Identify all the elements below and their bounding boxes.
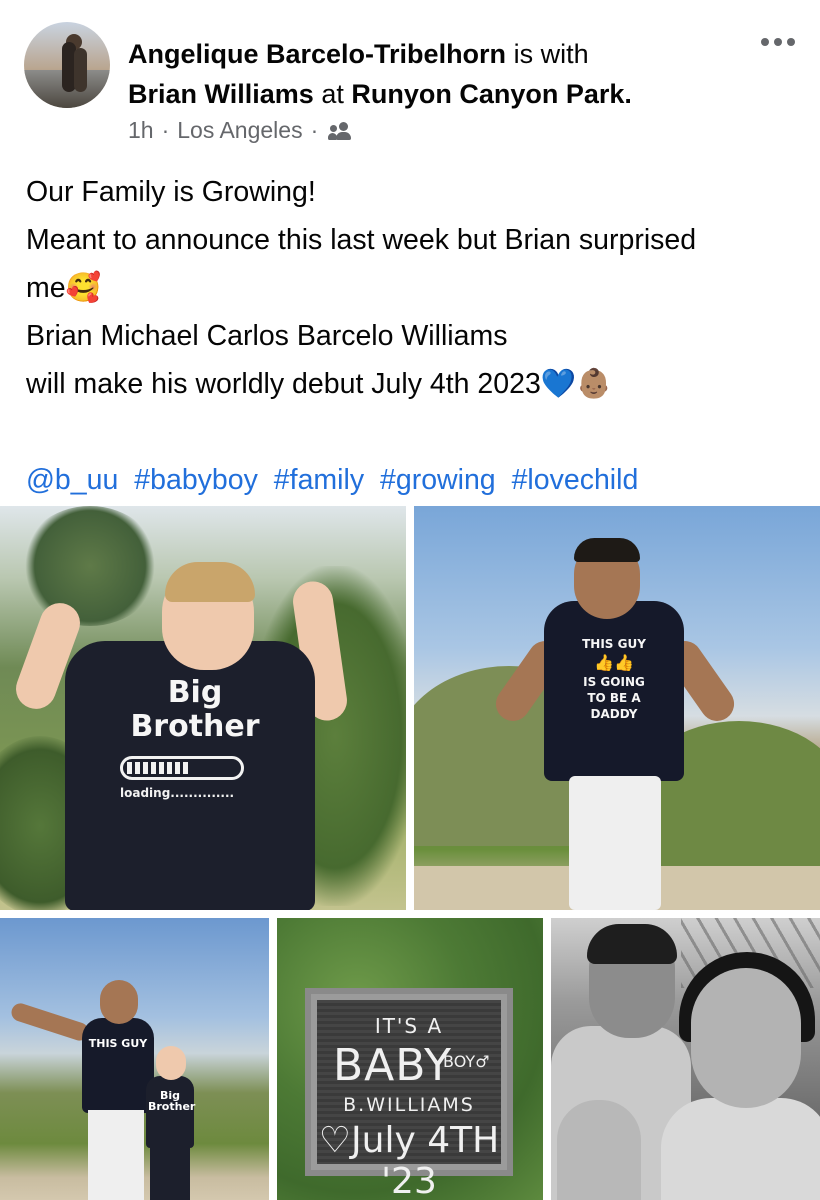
shirt-line: Big xyxy=(167,675,223,710)
man-pants xyxy=(569,776,661,910)
hashtag-link[interactable]: #growing xyxy=(380,464,496,496)
loading-bar-fill xyxy=(127,762,189,774)
shirt-text: THIS GUY 👍👍 IS GOING TO BE A DADDY xyxy=(564,636,664,722)
man-arm xyxy=(9,1001,91,1043)
post-meta: 1h · Los Angeles · xyxy=(128,117,354,144)
hashtag-link[interactable]: #babyboy xyxy=(134,464,258,496)
photo-big-brother[interactable]: Big Brother loading.............. xyxy=(0,506,406,910)
author-name[interactable]: Angelique Barcelo-Tribelhorn xyxy=(128,39,506,69)
avatar-person xyxy=(74,48,87,92)
post-header: Angelique Barcelo-Tribelhorn is with Bri… xyxy=(0,0,820,160)
post-place[interactable]: Los Angeles xyxy=(177,117,302,144)
shirt-loading-text: loading.............. xyxy=(120,786,235,800)
photo-man-and-boy[interactable]: THIS GUY Big Brother xyxy=(0,918,269,1200)
man-head xyxy=(100,980,138,1024)
mention-link[interactable]: @b_uu xyxy=(26,464,118,496)
author-line: Angelique Barcelo-Tribelhorn is with Bri… xyxy=(128,34,728,114)
post-text-line: will make his worldly debut July 4th 202… xyxy=(26,368,612,400)
woman-jacket xyxy=(661,1098,820,1200)
boy-pants xyxy=(150,1146,190,1200)
more-options-icon[interactable] xyxy=(756,32,800,52)
letter-board-frame: IT'S A BABY BOY♂ B.WILLIAMS ♡July 4TH '2… xyxy=(305,988,513,1200)
shirt-line: TO BE A xyxy=(587,691,641,705)
boy-head xyxy=(156,1046,186,1080)
board-row: BABY xyxy=(333,1040,452,1091)
man-hair xyxy=(587,924,677,964)
boy-head xyxy=(557,1100,641,1200)
man-pants xyxy=(88,1110,144,1200)
thumbs-up-icon: 👍👍 xyxy=(594,653,634,672)
photo-this-guy[interactable]: THIS GUY 👍👍 IS GOING TO BE A DADDY xyxy=(414,506,820,910)
photo-tree xyxy=(20,506,160,626)
man-hair xyxy=(574,538,640,562)
hashtag-link[interactable]: #lovechild xyxy=(512,464,639,496)
board-row: ♡July 4TH '23 xyxy=(318,1120,500,1200)
man-shirt-text: THIS GUY xyxy=(88,1037,148,1050)
boy-shirt-text: Big Brother xyxy=(148,1089,196,1113)
post-text-line: me🥰 xyxy=(26,272,102,304)
post-text-line: Brian Michael Carlos Barcelo Williams xyxy=(26,320,508,352)
post-text-line: Meant to announce this last week but Bri… xyxy=(26,224,697,256)
shirt-line: IS GOING xyxy=(583,675,645,689)
with-text: is with xyxy=(513,39,589,69)
hashtag-link[interactable]: #family xyxy=(274,464,364,496)
photo-letter-board[interactable]: IT'S A BABY BOY♂ B.WILLIAMS ♡July 4TH '2… xyxy=(277,918,543,1200)
letter-board: IT'S A BABY BOY♂ B.WILLIAMS ♡July 4TH '2… xyxy=(317,1000,501,1200)
hashtag-line: @b_uu #babyboy #family #growing #lovechi… xyxy=(26,456,806,504)
meta-separator: · xyxy=(161,117,170,143)
tagged-person[interactable]: Brian Williams xyxy=(128,79,314,109)
board-row: IT'S A xyxy=(374,1014,444,1038)
shirt-text: Big Brother xyxy=(95,676,295,744)
photo-family-selfie[interactable] xyxy=(551,918,820,1200)
board-row: B.WILLIAMS xyxy=(343,1094,475,1116)
shirt-line: Brother xyxy=(130,709,260,744)
shirt-line: THIS GUY xyxy=(582,637,646,651)
post-text-spacer xyxy=(26,408,806,456)
boy-hair xyxy=(165,562,255,602)
location-tag[interactable]: Runyon Canyon Park. xyxy=(351,79,632,109)
board-row-suffix: BOY♂ xyxy=(443,1052,490,1071)
post-text-line: Our Family is Growing! xyxy=(26,176,316,208)
author-avatar[interactable] xyxy=(24,22,110,108)
friends-icon[interactable] xyxy=(328,121,354,141)
woman-face xyxy=(691,968,801,1108)
shirt-loading-bar xyxy=(120,756,244,780)
at-text: at xyxy=(321,79,344,109)
meta-separator: · xyxy=(310,117,319,143)
shirt-line: DADDY xyxy=(590,707,638,721)
post-time[interactable]: 1h xyxy=(128,117,154,144)
post-body: Our Family is Growing! Meant to announce… xyxy=(26,168,806,504)
man-shirt xyxy=(82,1018,154,1113)
